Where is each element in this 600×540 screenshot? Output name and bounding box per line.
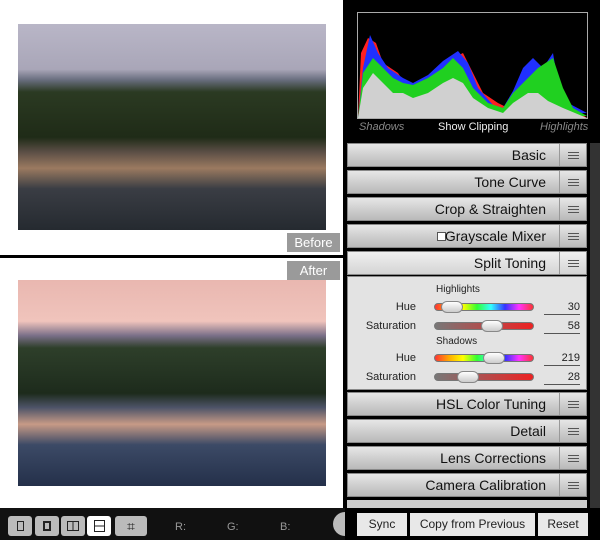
hue-label: Hue	[395, 301, 416, 313]
grip-icon	[559, 225, 586, 247]
hue-label: Hue	[395, 352, 416, 364]
after-label: After	[287, 261, 340, 280]
panel-crop[interactable]: Crop & Straighten	[347, 197, 587, 221]
panel-scrollbar[interactable]	[590, 143, 600, 508]
panel-title: Grayscale Mixer	[444, 228, 546, 244]
sync-button[interactable]: Sync	[357, 513, 407, 536]
left-right-view-button[interactable]	[61, 516, 85, 536]
grip-icon	[559, 171, 586, 193]
panel-basic[interactable]: Basic	[347, 143, 587, 167]
grip-icon	[559, 144, 586, 166]
grip-icon	[559, 198, 586, 220]
bottom-toolbar: ⌗ R: G: B:	[0, 508, 357, 540]
panel-title: Split Toning	[473, 255, 546, 271]
slider-knob[interactable]	[481, 320, 503, 332]
grip-icon	[559, 393, 586, 415]
panel-tone-curve[interactable]: Tone Curve	[347, 170, 587, 194]
reference-view-button[interactable]	[35, 516, 59, 536]
shadows-hue-value[interactable]: 219	[544, 352, 580, 366]
reference-icon	[43, 521, 51, 531]
shadows-clipping-toggle[interactable]: Shadows	[359, 121, 404, 133]
panel-title: HSL Color Tuning	[436, 396, 546, 412]
histogram-graph	[358, 35, 587, 118]
panel-detail[interactable]: Detail	[347, 419, 587, 443]
panel-title: Basic	[511, 147, 546, 163]
saturation-label: Saturation	[365, 320, 416, 332]
shadows-saturation-value[interactable]: 28	[544, 371, 580, 385]
grip-icon	[559, 474, 586, 496]
reset-button[interactable]: Reset	[538, 513, 588, 536]
g-readout: G:	[227, 521, 239, 533]
panel-title: Tone Curve	[474, 174, 546, 190]
panel-lens-corrections[interactable]: Lens Corrections	[347, 446, 587, 470]
top-bottom-view-button[interactable]	[87, 516, 111, 536]
highlights-saturation-value[interactable]: 58	[544, 320, 580, 334]
slider-knob[interactable]	[483, 352, 505, 364]
loupe-view-button[interactable]	[8, 516, 32, 536]
panel-title: Detail	[510, 423, 546, 439]
before-label: Before	[287, 233, 340, 252]
split-toning-content: Highlights Hue 30 Saturation 58 Shadows …	[347, 276, 587, 390]
saturation-label: Saturation	[365, 371, 416, 383]
crop-icon: ⌗	[127, 517, 135, 534]
before-frame: Before	[0, 0, 343, 255]
highlights-heading: Highlights	[436, 284, 480, 295]
shadows-saturation-slider[interactable]	[434, 371, 534, 383]
panel-title: Crop & Straighten	[434, 201, 546, 217]
highlights-hue-value[interactable]: 30	[544, 301, 580, 315]
before-photo	[18, 24, 326, 230]
slider-knob[interactable]	[441, 301, 463, 313]
highlights-saturation-slider[interactable]	[434, 320, 534, 332]
shadows-heading: Shadows	[436, 336, 478, 347]
grip-icon	[559, 252, 586, 274]
panel-title: Camera Calibration	[425, 477, 546, 493]
after-frame: After	[0, 258, 343, 508]
split-horizontal-icon	[93, 520, 105, 532]
panel-grayscale[interactable]: Grayscale Mixer	[347, 224, 587, 248]
b-readout: B:	[280, 521, 291, 533]
highlights-hue-slider[interactable]	[434, 301, 534, 313]
highlights-clipping-toggle[interactable]: Highlights	[540, 121, 588, 133]
loupe-icon	[16, 521, 24, 531]
grip-icon	[559, 447, 586, 469]
crop-tool-button[interactable]: ⌗	[115, 516, 147, 536]
after-photo	[18, 280, 326, 486]
panel-split-toning[interactable]: Split Toning	[347, 251, 587, 275]
panel-hsl[interactable]: HSL Color Tuning	[347, 392, 587, 416]
show-clipping-label: Show Clipping	[438, 121, 509, 133]
slider-knob[interactable]	[457, 371, 479, 383]
preview-area: Before After	[0, 0, 345, 508]
copy-from-previous-button[interactable]: Copy from Previous	[410, 513, 535, 536]
shadows-hue-slider[interactable]	[434, 352, 534, 364]
grip-icon	[559, 420, 586, 442]
split-vertical-icon	[67, 521, 79, 531]
panel-title: Lens Corrections	[440, 450, 546, 466]
panel-footer	[347, 500, 587, 508]
r-readout: R:	[175, 521, 186, 533]
develop-panel: Shadows Show Clipping Highlights Basic T…	[345, 0, 600, 540]
histogram	[357, 12, 588, 119]
panel-camera-calibration[interactable]: Camera Calibration	[347, 473, 587, 497]
